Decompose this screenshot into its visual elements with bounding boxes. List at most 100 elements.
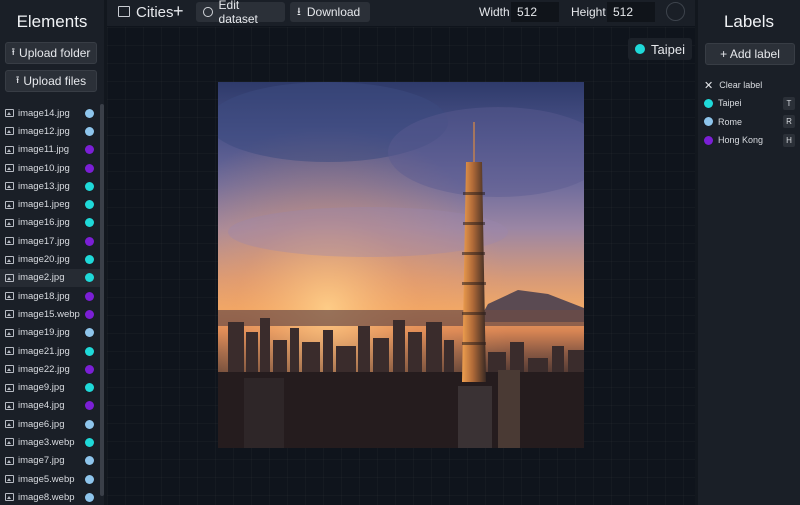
- add-label-button[interactable]: + Add label: [705, 43, 795, 65]
- dataset-name[interactable]: Cities: [136, 4, 174, 21]
- height-label: Height: [571, 5, 606, 19]
- elements-title: Elements: [16, 12, 88, 31]
- file-list-item[interactable]: image14.jpg: [0, 104, 100, 122]
- upload-files-label: Upload files: [23, 74, 87, 88]
- file-list-item[interactable]: image12.jpg: [0, 122, 100, 140]
- file-list-item[interactable]: image10.jpg: [0, 159, 100, 177]
- file-list-item[interactable]: image6.jpg: [0, 415, 100, 433]
- file-label-dot: [85, 273, 94, 283]
- file-name: image4.jpg: [18, 400, 65, 412]
- file-list-item[interactable]: image15.webp: [0, 305, 100, 323]
- edit-icon: [203, 7, 213, 17]
- current-label-dot: [635, 44, 645, 54]
- image-file-icon: [5, 493, 14, 502]
- file-label-dot: [85, 181, 94, 191]
- file-list-item[interactable]: image8.webp: [0, 488, 100, 505]
- upload-icon: ⭱: [15, 74, 20, 86]
- file-label-dot: [85, 108, 94, 118]
- image-file-icon: [5, 200, 14, 209]
- file-label-dot: [85, 126, 94, 136]
- file-name: image19.jpg: [18, 327, 70, 339]
- label-item-taipei[interactable]: Taipei T: [704, 95, 796, 111]
- file-list-item[interactable]: image13.jpg: [0, 177, 100, 195]
- close-icon: ✕: [704, 79, 714, 92]
- file-list-item[interactable]: image16.jpg: [0, 214, 100, 232]
- file-label-dot: [85, 474, 94, 484]
- file-label-dot: [85, 328, 94, 338]
- image-file-icon: [5, 365, 14, 374]
- file-name: image12.jpg: [18, 125, 70, 137]
- current-label-chip: Taipei: [628, 38, 692, 60]
- height-input[interactable]: [607, 2, 655, 22]
- width-label: Width: [479, 5, 510, 19]
- file-name: image16.jpg: [18, 217, 70, 229]
- file-label-dot: [85, 255, 94, 265]
- image-file-icon: [5, 456, 14, 465]
- status-ring-icon[interactable]: [666, 2, 685, 21]
- label-color-dot: [704, 117, 713, 126]
- file-name: image15.webp: [18, 308, 80, 320]
- image-file-icon: [5, 475, 14, 484]
- upload-files-button[interactable]: ⭱ Upload files: [5, 70, 97, 92]
- file-label-dot: [85, 309, 94, 319]
- file-list-item[interactable]: image7.jpg: [0, 452, 100, 470]
- image-file-icon: [5, 328, 14, 337]
- download-button[interactable]: ⭳ Download: [290, 2, 370, 22]
- file-list-item[interactable]: image5.webp: [0, 470, 100, 488]
- file-list-item[interactable]: image19.jpg: [0, 324, 100, 342]
- file-label-dot: [85, 145, 94, 155]
- label-item-hong-kong[interactable]: Hong Kong H: [704, 132, 796, 148]
- file-label-dot: [85, 291, 94, 301]
- image-file-icon: [5, 383, 14, 392]
- upload-folder-button[interactable]: ⭱ Upload folder: [5, 42, 97, 64]
- image-file-icon: [5, 145, 14, 154]
- image-file-icon: [5, 237, 14, 246]
- dataset-icon: [118, 6, 130, 17]
- file-name: image1.jpeg: [18, 199, 70, 211]
- file-name: image3.webp: [18, 436, 75, 448]
- file-name: image20.jpg: [18, 254, 70, 266]
- file-label-dot: [85, 218, 94, 228]
- clear-label-text: Clear label: [719, 80, 763, 90]
- image-file-icon: [5, 255, 14, 264]
- file-list-item[interactable]: image4.jpg: [0, 397, 100, 415]
- image-file-icon: [5, 438, 14, 447]
- label-item-rome[interactable]: Rome R: [704, 114, 796, 130]
- labels-title: Labels: [723, 12, 775, 31]
- label-name: Hong Kong: [718, 135, 764, 145]
- image-file-icon: [5, 127, 14, 136]
- width-input[interactable]: [511, 2, 559, 22]
- image-canvas[interactable]: Taipei: [107, 27, 695, 505]
- file-list-item[interactable]: image9.jpg: [0, 378, 100, 396]
- file-list-item[interactable]: image1.jpeg: [0, 195, 100, 213]
- image-file-icon: [5, 401, 14, 410]
- labels-panel: Labels + Add label ✕ Clear label Taipei T…: [698, 0, 800, 505]
- file-list-item[interactable]: image20.jpg: [0, 250, 100, 268]
- label-name: Taipei: [718, 98, 742, 108]
- add-dataset-icon[interactable]: +: [173, 1, 184, 22]
- file-list-item[interactable]: image22.jpg: [0, 360, 100, 378]
- file-name: image8.webp: [18, 491, 75, 503]
- file-list-item[interactable]: image18.jpg: [0, 287, 100, 305]
- edit-dataset-button[interactable]: Edit dataset: [196, 0, 285, 26]
- file-label-dot: [85, 364, 94, 374]
- image-file-icon: [5, 310, 14, 319]
- file-name: image2.jpg: [18, 272, 65, 284]
- file-list-item[interactable]: image2.jpg: [0, 268, 100, 287]
- city-skyline-illustration: [218, 82, 584, 448]
- file-list-item[interactable]: image21.jpg: [0, 342, 100, 360]
- image-file-icon: [5, 218, 14, 227]
- image-file-icon: [5, 109, 14, 118]
- file-name: image22.jpg: [18, 363, 70, 375]
- file-label-dot: [85, 346, 94, 356]
- label-color-dot: [704, 135, 713, 145]
- file-label-dot: [85, 236, 94, 246]
- image-file-icon: [5, 292, 14, 301]
- file-list-item[interactable]: image17.jpg: [0, 232, 100, 250]
- file-list-item[interactable]: image11.jpg: [0, 141, 100, 159]
- clear-label-item[interactable]: ✕ Clear label: [704, 77, 796, 93]
- file-list-item[interactable]: image3.webp: [0, 433, 100, 451]
- file-name: image13.jpg: [18, 180, 70, 192]
- label-shortcut-key: R: [783, 115, 795, 128]
- file-label-dot: [85, 419, 94, 429]
